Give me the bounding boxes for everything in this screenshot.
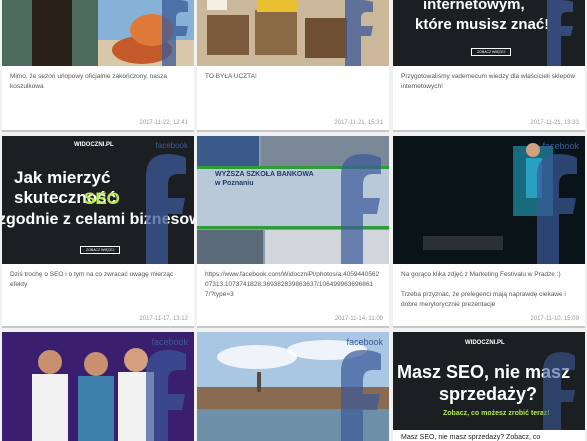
facebook-watermark xyxy=(309,332,389,441)
post-card[interactable]: WIDOCZNI.PL facebook Jak mierzyć skutecz… xyxy=(2,136,194,328)
post-text: Na gorąco klika zdjęć z Marketing Festiv… xyxy=(401,271,566,308)
post-text: Przygotowaliśmy vademecum wiedzy dla wła… xyxy=(401,73,576,90)
post-card[interactable]: facebook xyxy=(2,332,194,441)
card-divider xyxy=(2,130,194,132)
post-thumbnail[interactable] xyxy=(197,0,389,66)
post-text: Mimo, że sezon urlopowy oficjalnie zakoń… xyxy=(10,73,168,90)
post-date: 2017-11-17, 13:12 xyxy=(139,316,188,322)
post-thumbnail[interactable] xyxy=(2,0,194,66)
post-thumbnail[interactable]: facebook xyxy=(393,136,585,264)
facebook-watermark xyxy=(114,0,194,66)
post-thumbnail[interactable]: WIDOCZNI.PL Masz SEO, nie masz sprzedaży… xyxy=(393,332,585,430)
facebook-watermark xyxy=(114,332,194,441)
thumb-title: WYŻSZA SZKOŁA BANKOWA w Poznaniu xyxy=(215,171,314,187)
brand-logo: WIDOCZNI.PL xyxy=(74,142,114,148)
post-date: 2017-11-10, 15:09 xyxy=(530,316,579,322)
post-date: 2017-11-21, 13:33 xyxy=(530,120,579,126)
facebook-watermark xyxy=(505,136,585,264)
post-date: 2017-11-21, 15:31 xyxy=(334,120,383,126)
card-divider xyxy=(197,130,389,132)
card-divider xyxy=(393,326,585,328)
post-thumbnail[interactable]: WYŻSZA SZKOŁA BANKOWA w Poznaniu xyxy=(197,136,389,264)
post-card[interactable]: Mimo, że sezon urlopowy oficjalnie zakoń… xyxy=(2,0,194,132)
post-text: Dziś trochę o SEO i o tym na co zwracać … xyxy=(10,271,174,288)
post-card[interactable]: internetowym, które musisz znać! ZOBACZ … xyxy=(393,0,585,132)
brand-logo: WIDOCZNI.PL xyxy=(465,340,505,346)
post-date: 2017-11-22, 12:41 xyxy=(139,120,188,126)
post-thumbnail[interactable]: facebook xyxy=(2,332,194,441)
post-text: https://www.facebook.com/WidoczniPl/phot… xyxy=(205,271,380,298)
post-text: Masz SEO, nie masz sprzedaży? Zobacz, co xyxy=(401,434,541,441)
card-divider xyxy=(2,326,194,328)
facebook-watermark xyxy=(309,0,389,66)
post-thumbnail[interactable]: WIDOCZNI.PL facebook Jak mierzyć skutecz… xyxy=(2,136,194,264)
facebook-watermark xyxy=(505,332,585,430)
post-thumbnail[interactable]: facebook xyxy=(197,332,389,441)
facebook-watermark xyxy=(114,136,194,264)
post-card[interactable]: facebook xyxy=(197,332,389,441)
card-divider xyxy=(197,326,389,328)
post-card[interactable]: TO BYŁA UCZTA! 2017-11-21, 15:31 xyxy=(197,0,389,132)
post-card[interactable]: facebook Na gorąco klika zdjęć z Marketi… xyxy=(393,136,585,328)
post-grid: Mimo, że sezon urlopowy oficjalnie zakoń… xyxy=(0,0,587,441)
post-card[interactable]: WIDOCZNI.PL Masz SEO, nie masz sprzedaży… xyxy=(393,332,585,441)
post-date: 2017-11-14, 11:09 xyxy=(334,316,383,322)
card-divider xyxy=(393,130,585,132)
facebook-watermark xyxy=(309,136,389,264)
post-thumbnail[interactable]: internetowym, które musisz znać! ZOBACZ … xyxy=(393,0,585,66)
post-text: TO BYŁA UCZTA! xyxy=(205,73,257,80)
post-card[interactable]: WYŻSZA SZKOŁA BANKOWA w Poznaniu https:/… xyxy=(197,136,389,328)
facebook-watermark xyxy=(505,0,585,66)
